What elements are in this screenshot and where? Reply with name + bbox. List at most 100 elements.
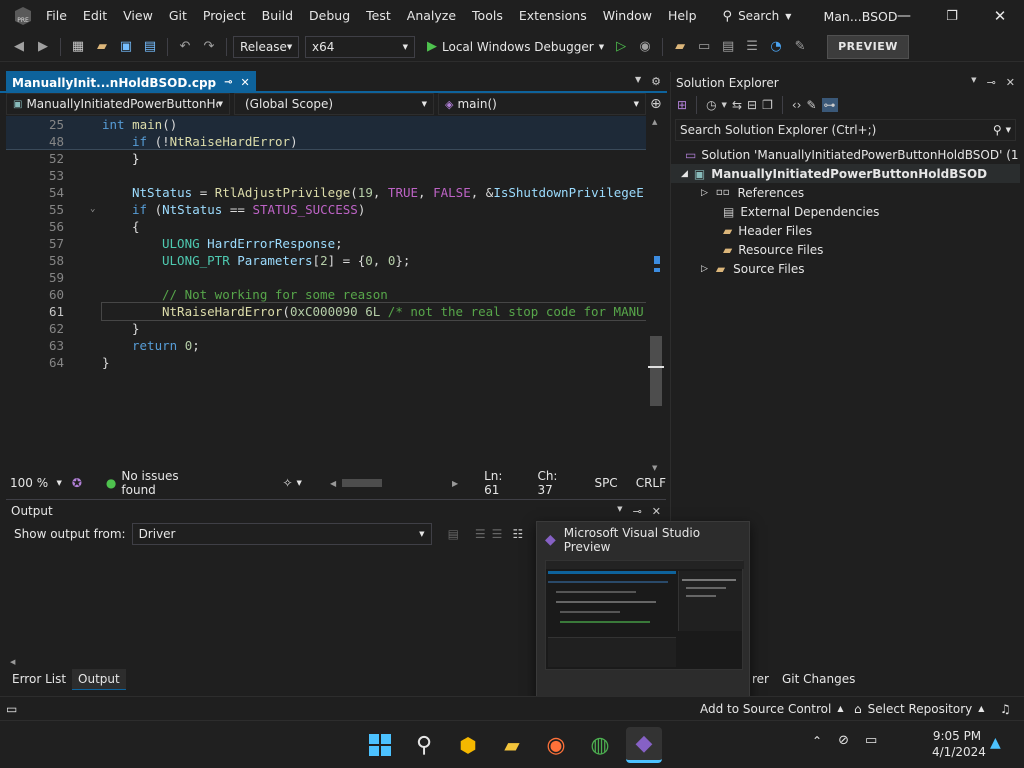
scroll-thumb[interactable] [650, 336, 662, 406]
hot-reload-icon[interactable]: ◉ [634, 36, 656, 58]
gear-icon[interactable]: ⚙ [651, 75, 661, 88]
tab-output[interactable]: Output [72, 668, 126, 690]
network-off-icon[interactable]: ⊘ [838, 733, 849, 748]
add-to-source-control-button[interactable]: Add to Source Control ▲ [700, 702, 843, 716]
breakpoint-list-icon[interactable]: ☰ [741, 36, 763, 58]
chevron-down-icon[interactable]: ▼ [297, 479, 302, 487]
pending-changes-icon[interactable]: ◷ [706, 98, 716, 112]
whitespace-indicator[interactable]: SPC [594, 476, 617, 490]
pin-icon[interactable]: ⊸ [224, 77, 232, 88]
collapsed-arrow-icon[interactable]: ▷ [701, 188, 708, 198]
collapsed-arrow-icon[interactable]: ▷ [701, 264, 708, 274]
start-debugging-button[interactable]: ▶ Local Windows Debugger ▼ [423, 36, 608, 58]
save-icon[interactable]: ▣ [115, 36, 137, 58]
chevron-down-icon[interactable]: ▼ [971, 76, 976, 89]
menu-test[interactable]: Test [358, 0, 399, 32]
tree-node-header-files[interactable]: ▰ Header Files [671, 221, 1020, 240]
tab-solution-explorer[interactable]: rer [748, 669, 773, 689]
new-project-icon[interactable]: ▦ [67, 36, 89, 58]
comment-icon[interactable]: ▤ [717, 36, 739, 58]
menu-file[interactable]: File [38, 0, 75, 32]
preview-button[interactable]: PREVIEW [827, 34, 909, 59]
taskbar-chrome[interactable]: ◍ [582, 727, 618, 763]
live-share-icon[interactable]: ◔ [765, 36, 787, 58]
split-editor-icon[interactable]: ⊕ [650, 96, 662, 112]
preview-selected-icon[interactable]: ⊶ [821, 98, 838, 112]
menu-analyze[interactable]: Analyze [399, 0, 464, 32]
sync-icon[interactable]: ⇆ [732, 98, 742, 112]
undo-icon[interactable]: ↶ [174, 36, 196, 58]
member-dropdown[interactable]: ◈ main() ▼ [438, 93, 646, 115]
minimize-button[interactable]: — [880, 0, 928, 32]
close-window-button[interactable]: ✕ [976, 0, 1024, 32]
notifications-bell-icon[interactable]: ♫ [1000, 702, 1011, 716]
open-folder-icon[interactable]: ▰ [91, 36, 113, 58]
tab-git-changes[interactable]: Git Changes [776, 669, 861, 689]
tab-overflow-icon[interactable]: ▼ [635, 75, 641, 88]
tree-node-source-files[interactable]: ▷ ▰ Source Files [671, 259, 1020, 278]
platform-select[interactable]: x64 ▼ [305, 35, 415, 58]
collapse-all-icon[interactable]: ⊟ [747, 98, 757, 112]
chevron-down-icon[interactable]: ▼ [722, 101, 727, 109]
output-source-select[interactable]: Driver ▼ [131, 523, 432, 545]
menu-help[interactable]: Help [660, 0, 705, 32]
expanded-arrow-icon[interactable]: ◢ [681, 169, 688, 179]
search-box[interactable]: ⚲ Search ▼ [715, 4, 800, 28]
menu-git[interactable]: Git [161, 0, 195, 32]
editor-vertical-scrollbar[interactable]: ▲ ▼ [648, 116, 664, 474]
chevron-down-icon[interactable]: ▼ [1006, 126, 1011, 134]
tab-main-cpp[interactable]: ManuallyInit...nHoldBSOD.cpp ⊸ ✕ [6, 71, 256, 92]
search-icon[interactable]: ⚲ [993, 123, 1002, 137]
scope-dropdown[interactable]: (Global Scope) ▼ [234, 93, 434, 115]
se-search-input[interactable]: Search Solution Explorer (Ctrl+;) ⚲ ▼ [675, 119, 1016, 141]
taskbar-app-copilot-preview[interactable]: ⬢ [450, 727, 486, 763]
configuration-select[interactable]: Release ▼ [233, 35, 299, 58]
next-message-icon[interactable]: ☰ [492, 527, 503, 541]
zoom-select[interactable]: 100 % ▼ [6, 476, 66, 490]
close-icon[interactable]: ✕ [652, 505, 661, 518]
taskbar-thumbnail[interactable]: ◆ Microsoft Visual Studio Preview [536, 521, 750, 707]
line-indicator[interactable]: Ln: 61 [484, 469, 521, 497]
solution-folder-icon[interactable]: ▰ [669, 36, 691, 58]
line-ending-indicator[interactable]: CRLF [636, 476, 666, 490]
menu-extensions[interactable]: Extensions [511, 0, 595, 32]
tree-node-references[interactable]: ▷ ▫▫ References [671, 183, 1020, 202]
menu-project[interactable]: Project [195, 0, 254, 32]
intellicode-icon[interactable]: ✪ [72, 476, 82, 490]
maximize-button[interactable]: ❐ [928, 0, 976, 32]
menu-edit[interactable]: Edit [75, 0, 115, 32]
display-icon[interactable]: ▭ [865, 733, 877, 748]
menu-view[interactable]: View [115, 0, 161, 32]
issues-indicator[interactable]: ● No issues found [106, 469, 217, 497]
scroll-left-icon[interactable]: ◀ [10, 658, 15, 666]
menu-debug[interactable]: Debug [301, 0, 358, 32]
column-indicator[interactable]: Ch: 37 [537, 469, 576, 497]
tree-node-external-deps[interactable]: ▤ External Dependencies [671, 202, 1020, 221]
scroll-up-icon[interactable]: ▲ [652, 118, 657, 126]
scroll-down-icon[interactable]: ▼ [652, 464, 657, 472]
code-cleanup-icon[interactable]: ✧ [282, 476, 292, 490]
pin-icon[interactable]: ⊸ [987, 76, 996, 89]
tree-node-resource-files[interactable]: ▰ Resource Files [671, 240, 1020, 259]
clear-all-icon[interactable]: ☷ [512, 527, 523, 541]
taskbar-firefox[interactable]: ◉ [538, 727, 574, 763]
taskbar-file-explorer[interactable]: ▰ [494, 727, 530, 763]
close-icon[interactable]: ✕ [1006, 76, 1015, 89]
tab-error-list[interactable]: Error List [6, 669, 72, 689]
view-code-icon[interactable]: ‹› [792, 98, 802, 112]
feedback-icon[interactable]: ✎ [789, 36, 811, 58]
solution-node[interactable]: ▭ Solution 'ManuallyInitiatedPowerButton… [671, 145, 1020, 164]
project-dropdown[interactable]: ▣ ManuallyInitiatedPowerButtonHc ▼ [6, 93, 230, 115]
back-icon[interactable]: ◀ [8, 36, 30, 58]
menu-tools[interactable]: Tools [464, 0, 511, 32]
taskbar-search-button[interactable]: ⚲ [406, 727, 442, 763]
save-all-icon[interactable]: ▤ [139, 36, 161, 58]
taskbar-visual-studio-preview[interactable]: ◆ [626, 727, 662, 763]
properties-icon[interactable]: ✎ [806, 98, 816, 112]
notification-bell-icon[interactable]: ▲ [990, 735, 1001, 751]
chevron-down-icon[interactable]: ▼ [617, 505, 622, 518]
chevron-up-icon[interactable]: ⌃ [812, 734, 822, 748]
code-editor[interactable]: 25 int main() 48 if (!NtRaiseHardError) 52… [6, 116, 646, 474]
collapse-icon[interactable]: ⌄ [90, 201, 95, 218]
horizontal-scroll-thumb[interactable] [342, 479, 382, 487]
